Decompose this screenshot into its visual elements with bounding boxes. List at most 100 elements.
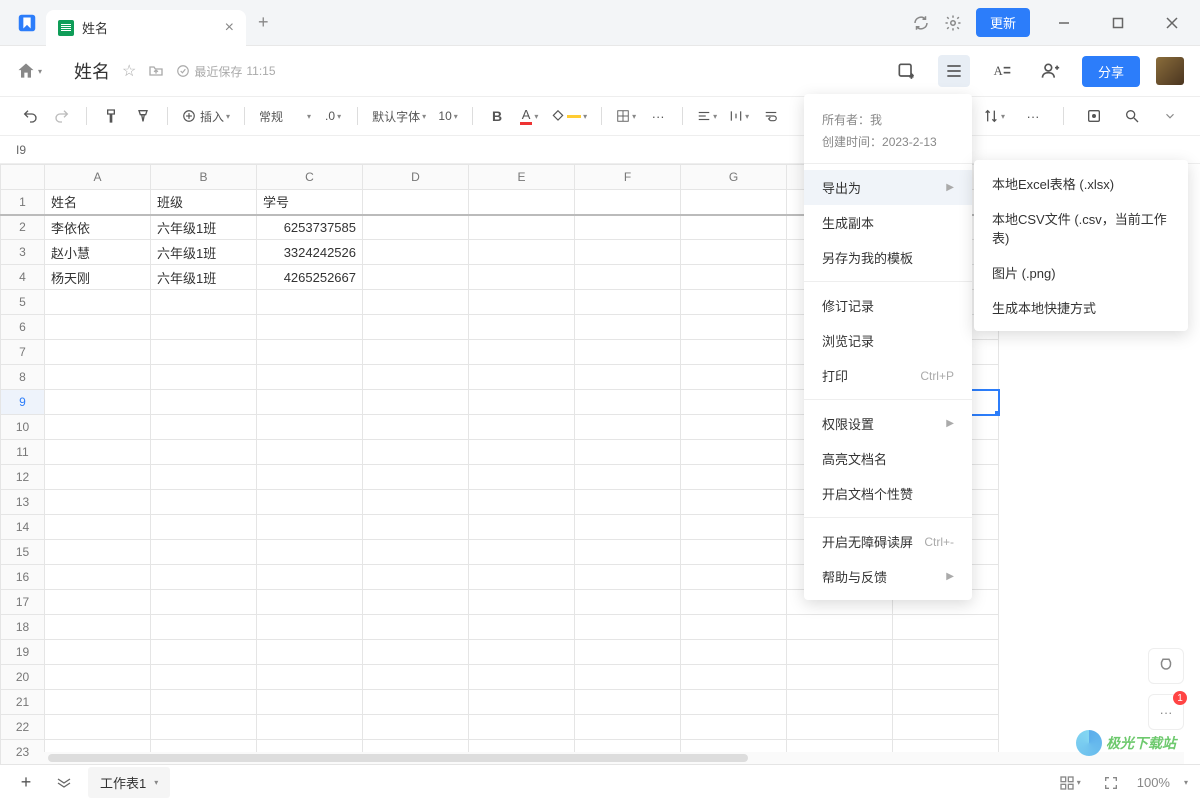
cell[interactable] — [45, 640, 151, 665]
font-selector[interactable]: 默认字体▾ — [368, 102, 430, 130]
cell[interactable] — [257, 390, 363, 415]
cell[interactable] — [575, 215, 681, 240]
cell[interactable] — [257, 715, 363, 740]
settings-icon[interactable] — [944, 14, 962, 32]
cell[interactable] — [681, 615, 787, 640]
cell[interactable] — [151, 615, 257, 640]
cell[interactable] — [893, 690, 999, 715]
cell[interactable] — [363, 265, 469, 290]
row-header[interactable]: 19 — [1, 640, 45, 665]
minimize-button[interactable] — [1044, 7, 1084, 39]
cell[interactable] — [681, 665, 787, 690]
cell[interactable] — [257, 315, 363, 340]
cell[interactable] — [45, 440, 151, 465]
cell[interactable] — [681, 215, 787, 240]
submenu-item[interactable]: 本地CSV文件 (.csv，当前工作表) — [974, 201, 1188, 255]
cell[interactable] — [257, 415, 363, 440]
cell[interactable] — [893, 615, 999, 640]
cell[interactable] — [363, 715, 469, 740]
close-window-button[interactable] — [1152, 7, 1192, 39]
menu-button[interactable] — [938, 55, 970, 87]
cell[interactable] — [45, 590, 151, 615]
cell[interactable]: 4265252667 — [257, 265, 363, 290]
cell[interactable]: 姓名 — [45, 190, 151, 215]
update-button[interactable]: 更新 — [976, 8, 1030, 37]
cell[interactable] — [363, 640, 469, 665]
cell[interactable] — [151, 515, 257, 540]
cell[interactable] — [469, 665, 575, 690]
zoom-level[interactable]: 100% — [1137, 775, 1170, 790]
cell[interactable] — [787, 690, 893, 715]
column-header[interactable]: A — [45, 165, 151, 190]
menu-item[interactable]: 帮助与反馈▶ — [804, 559, 972, 594]
cell[interactable] — [575, 440, 681, 465]
insert-button[interactable]: 插入▾ — [178, 102, 234, 130]
cell[interactable] — [363, 690, 469, 715]
share-button[interactable]: 分享 — [1082, 56, 1140, 87]
cell[interactable] — [469, 440, 575, 465]
row-header[interactable]: 23 — [1, 740, 45, 765]
cell[interactable] — [151, 565, 257, 590]
cell[interactable] — [45, 340, 151, 365]
cell[interactable] — [45, 515, 151, 540]
cell[interactable] — [681, 265, 787, 290]
align-h-button[interactable]: ▾ — [693, 102, 721, 130]
row-header[interactable]: 11 — [1, 440, 45, 465]
more-floating-button[interactable]: ··· 1 — [1148, 694, 1184, 730]
cell[interactable] — [575, 265, 681, 290]
cell[interactable] — [45, 415, 151, 440]
row-header[interactable]: 4 — [1, 265, 45, 290]
cell[interactable] — [469, 315, 575, 340]
cell[interactable] — [363, 465, 469, 490]
redo-button[interactable] — [48, 102, 76, 130]
cell[interactable] — [575, 465, 681, 490]
cell[interactable] — [681, 365, 787, 390]
cell[interactable] — [575, 515, 681, 540]
text-format-button[interactable]: A — [986, 55, 1018, 87]
cell[interactable] — [257, 490, 363, 515]
cell[interactable] — [469, 240, 575, 265]
cell[interactable] — [893, 665, 999, 690]
more-format-button[interactable]: ··· — [644, 102, 672, 130]
doc-title[interactable]: 姓名 — [74, 58, 110, 84]
row-header[interactable]: 14 — [1, 515, 45, 540]
cell[interactable] — [681, 465, 787, 490]
bold-button[interactable]: B — [483, 102, 511, 130]
cell[interactable] — [469, 365, 575, 390]
cell[interactable] — [893, 640, 999, 665]
cell[interactable] — [363, 240, 469, 265]
cell[interactable] — [363, 390, 469, 415]
cell[interactable] — [469, 190, 575, 215]
row-header[interactable]: 20 — [1, 665, 45, 690]
cell[interactable] — [469, 290, 575, 315]
cell[interactable] — [257, 590, 363, 615]
align-v-button[interactable]: ▾ — [725, 102, 753, 130]
cell[interactable] — [257, 515, 363, 540]
browser-tab[interactable]: 姓名 × — [46, 10, 246, 46]
cell[interactable] — [681, 515, 787, 540]
undo-button[interactable] — [16, 102, 44, 130]
cell[interactable] — [45, 715, 151, 740]
cell[interactable] — [45, 615, 151, 640]
cell[interactable] — [469, 615, 575, 640]
cell[interactable]: 班级 — [151, 190, 257, 215]
cell[interactable] — [363, 340, 469, 365]
submenu-item[interactable]: 生成本地快捷方式 — [974, 290, 1188, 325]
cell[interactable] — [681, 490, 787, 515]
cell[interactable] — [257, 465, 363, 490]
cell[interactable] — [575, 315, 681, 340]
column-header[interactable]: E — [469, 165, 575, 190]
cell[interactable] — [469, 490, 575, 515]
cell[interactable] — [681, 290, 787, 315]
cell[interactable] — [681, 590, 787, 615]
menu-item[interactable]: 导出为▶ — [804, 170, 972, 205]
cell[interactable] — [787, 715, 893, 740]
cell[interactable] — [681, 415, 787, 440]
cell[interactable] — [469, 340, 575, 365]
row-header[interactable]: 7 — [1, 340, 45, 365]
cell-reference[interactable]: I9 — [16, 143, 26, 157]
theme-button[interactable] — [1148, 648, 1184, 684]
cell[interactable] — [469, 715, 575, 740]
cell[interactable] — [45, 690, 151, 715]
cell[interactable] — [257, 290, 363, 315]
